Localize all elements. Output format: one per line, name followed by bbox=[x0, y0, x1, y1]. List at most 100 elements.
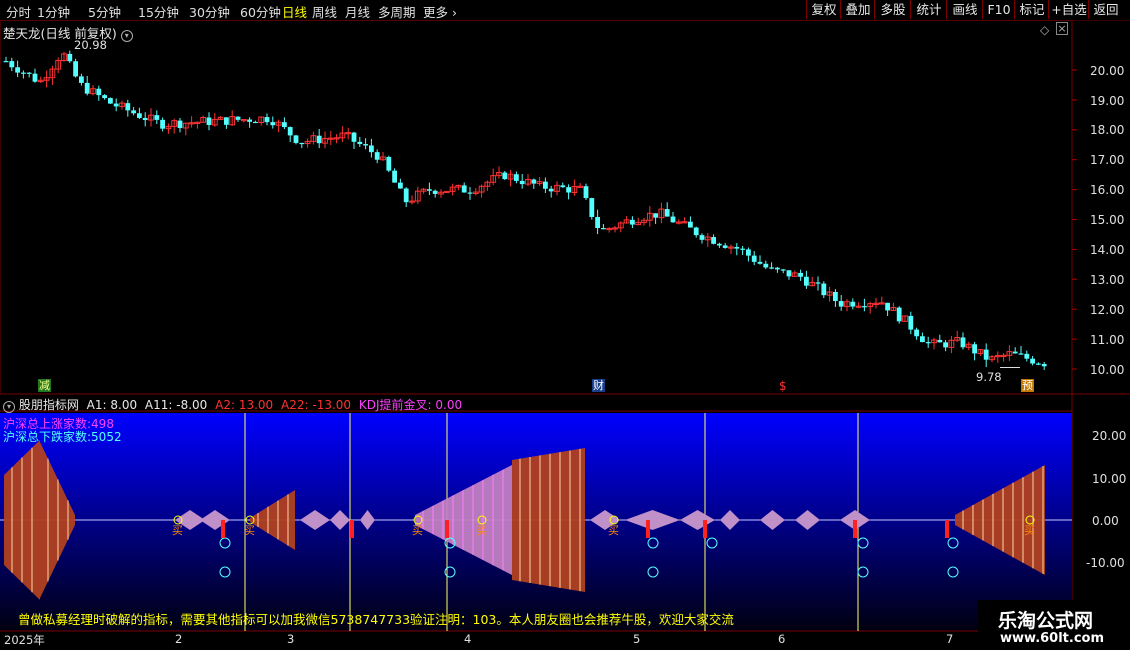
high-price-label: 20.98 bbox=[74, 38, 107, 52]
red-arrow bbox=[221, 520, 225, 538]
restore-right-button[interactable]: 复权 bbox=[806, 0, 841, 19]
footer-message: 曾做私募经理时破解的指标，需要其他指标可以加我微信5738747733验证注明：… bbox=[18, 612, 734, 627]
red-arrow bbox=[646, 520, 650, 538]
candle-body-down bbox=[461, 185, 467, 193]
candle-body-down bbox=[247, 119, 252, 122]
candle-body-down bbox=[734, 246, 740, 249]
candle-body-down bbox=[253, 121, 258, 124]
indicator-header: ▾ 股朋指标网 A1: 8.00 A11: -8.00 A2: 13.00 A2… bbox=[3, 396, 462, 413]
candle-body-down bbox=[224, 117, 229, 125]
candle-body-down bbox=[79, 76, 84, 83]
candle-body-down bbox=[670, 216, 676, 223]
period-toolbar: 分时 1分钟 5分钟 15分钟 30分钟 60分钟 日线 周线 月线 多周期 更… bbox=[0, 0, 1130, 21]
marker-finance[interactable]: 财 bbox=[592, 379, 605, 392]
period-tab-5min[interactable]: 5分钟 bbox=[88, 2, 121, 21]
price-tick-11: 11.00 bbox=[1090, 333, 1125, 347]
period-tab-fenshi[interactable]: 分时 bbox=[6, 2, 31, 21]
candle-body-down bbox=[804, 276, 809, 286]
statistics-button[interactable]: 统计 bbox=[910, 0, 947, 19]
dropdown-icon[interactable]: ▾ bbox=[120, 30, 133, 42]
add-watchlist-button[interactable]: +自选 bbox=[1048, 0, 1089, 19]
candle-body-down bbox=[885, 302, 890, 311]
period-tab-1min[interactable]: 1分钟 bbox=[37, 2, 70, 21]
candle-body-down bbox=[746, 249, 751, 256]
candle-body-down bbox=[67, 53, 73, 62]
candle-body-down bbox=[108, 98, 113, 104]
candle-body-down bbox=[1041, 364, 1047, 367]
collapse-icon[interactable]: ▾ bbox=[3, 401, 15, 413]
price-tick-19: 19.00 bbox=[1090, 94, 1125, 108]
price-axis-ticks bbox=[1072, 69, 1077, 370]
overlay-button[interactable]: 叠加 bbox=[840, 0, 875, 19]
candle-body-down bbox=[264, 117, 270, 123]
candle-body-down bbox=[543, 181, 548, 189]
candle-body-down bbox=[769, 267, 774, 269]
candle-body-down bbox=[398, 182, 403, 189]
candle-body-down bbox=[84, 82, 90, 94]
candle-body-down bbox=[125, 103, 131, 111]
draw-line-button[interactable]: 画线 bbox=[946, 0, 983, 19]
candle-body-down bbox=[96, 88, 102, 96]
candle-body-down bbox=[206, 117, 212, 125]
period-tab-15min[interactable]: 15分钟 bbox=[138, 2, 179, 21]
marker-dollar[interactable]: $ bbox=[779, 379, 787, 393]
param-a1: A1: 8.00 bbox=[86, 398, 138, 412]
price-tick-18: 18.00 bbox=[1090, 123, 1125, 137]
candle-body-down bbox=[937, 339, 943, 343]
candle-body-down bbox=[693, 227, 699, 236]
period-tab-weekly[interactable]: 周线 bbox=[312, 2, 337, 21]
buy-signal-label: 买 bbox=[172, 524, 183, 537]
candle-body-down bbox=[717, 243, 722, 246]
indicator-name[interactable]: 股朋指标网 bbox=[19, 398, 79, 412]
candle-body-down bbox=[374, 152, 380, 160]
watermark-logo: 乐淘公式网 www.60lt.com bbox=[978, 600, 1130, 650]
candle-body-down bbox=[1012, 351, 1018, 354]
main-chart-frame bbox=[0, 20, 1073, 395]
diamond-icon[interactable]: ◇ bbox=[1040, 23, 1049, 37]
period-tab-multi[interactable]: 多周期 bbox=[378, 2, 416, 21]
red-arrow bbox=[445, 520, 449, 538]
candle-body-down bbox=[630, 219, 635, 225]
candle-body-down bbox=[1036, 363, 1041, 365]
candle-body-down bbox=[531, 179, 537, 184]
multi-stock-button[interactable]: 多股 bbox=[874, 0, 911, 19]
close-icon[interactable]: × bbox=[1056, 22, 1068, 35]
period-tab-more[interactable]: 更多 › bbox=[423, 2, 457, 21]
f10-button[interactable]: F10 bbox=[982, 0, 1015, 19]
x-label-3: 3 bbox=[287, 632, 295, 646]
period-tab-30min[interactable]: 30分钟 bbox=[189, 2, 230, 21]
candle-body-down bbox=[908, 315, 914, 330]
stat-falling-count: 沪深总下跌家数:5052 bbox=[3, 430, 122, 444]
candle-body-down bbox=[850, 301, 856, 307]
x-label-5: 5 bbox=[633, 632, 641, 646]
candle-body-down bbox=[757, 261, 763, 264]
mark-button[interactable]: 标记 bbox=[1014, 0, 1049, 19]
candle-body-down bbox=[3, 61, 9, 63]
price-tick-13: 13.00 bbox=[1090, 273, 1125, 287]
candle-body-down bbox=[177, 120, 183, 128]
period-tab-60min[interactable]: 60分钟 bbox=[240, 2, 281, 21]
candle-body-down bbox=[566, 187, 571, 193]
x-label-6: 6 bbox=[778, 632, 786, 646]
candle-body-down bbox=[102, 95, 107, 99]
price-tick-14: 14.00 bbox=[1090, 243, 1125, 257]
candle-body-down bbox=[972, 344, 977, 354]
watermark-line2: www.60lt.com bbox=[1000, 631, 1105, 646]
candle-body-down bbox=[316, 135, 322, 144]
candle-body-down bbox=[357, 141, 363, 145]
candle-body-down bbox=[282, 122, 287, 128]
candle-body-down bbox=[821, 283, 827, 296]
candle-body-down bbox=[699, 235, 705, 240]
candle-body-down bbox=[983, 349, 989, 360]
x-label-2: 2 bbox=[175, 632, 183, 646]
marker-forecast[interactable]: 预 bbox=[1021, 379, 1034, 392]
candle-body-down bbox=[722, 245, 728, 248]
period-tab-daily[interactable]: 日线 bbox=[282, 2, 307, 21]
fan-shape bbox=[512, 448, 585, 592]
red-arrow bbox=[945, 520, 949, 538]
candle-body-down bbox=[601, 228, 606, 230]
marker-reduce[interactable]: 减 bbox=[38, 379, 51, 392]
buy-signal-label: 买 bbox=[244, 524, 255, 537]
back-button[interactable]: 返回 bbox=[1088, 0, 1123, 19]
period-tab-monthly[interactable]: 月线 bbox=[345, 2, 370, 21]
